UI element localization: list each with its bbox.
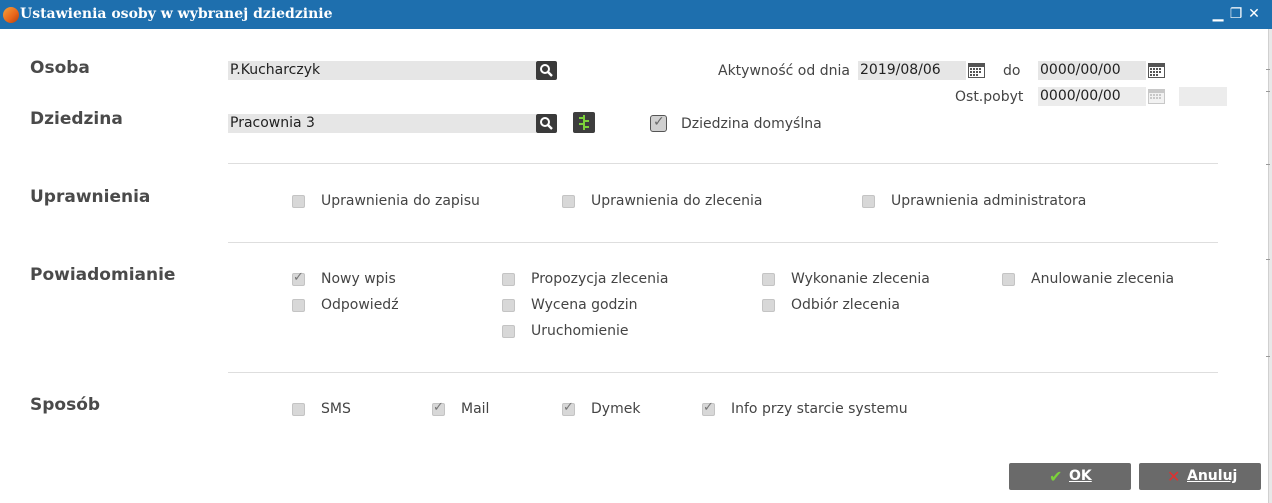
perm-admin-checkbox[interactable]: ✓ [862, 195, 875, 208]
method-mail-checkbox[interactable]: ✓ [432, 400, 445, 416]
checkmark-icon: ✓ [563, 400, 574, 415]
ok-button[interactable]: ✔ OK [1009, 463, 1131, 490]
perm-write-checkbox[interactable]: ✓ [292, 195, 305, 208]
minimize-icon[interactable]: ▁ [1210, 5, 1226, 23]
frame-tick [1266, 91, 1270, 92]
method-startup-label: Info przy starcie systemu [731, 401, 908, 417]
default-domain-checkbox[interactable]: ✓ [650, 114, 667, 132]
magnifier-icon [540, 117, 553, 130]
title-bar: Ustawienia osoby w wybranej dziedzinie ▁… [0, 0, 1272, 29]
app-logo-icon [3, 7, 19, 23]
window-frame-edge [1268, 29, 1272, 503]
method-sms-checkbox[interactable]: ✓ [292, 403, 305, 416]
person-label: Osoba [30, 58, 90, 78]
notif-proposal-checkbox[interactable]: ✓ [502, 273, 515, 286]
notif-cancel-label: Anulowanie zlecenia [1031, 271, 1175, 287]
person-field[interactable]: P.Kucharczyk [228, 61, 536, 80]
activity-from-field[interactable]: 2019/08/06 [858, 61, 966, 80]
notif-new-entry-label: Nowy wpis [321, 271, 396, 287]
method-label: Sposób [30, 395, 101, 415]
checkmark-icon: ✓ [293, 270, 304, 285]
separator [228, 163, 1218, 164]
notif-cancel-checkbox[interactable]: ✓ [1002, 273, 1015, 286]
method-bubble-label: Dymek [591, 401, 641, 417]
last-stay-extra-field [1179, 87, 1227, 106]
separator [228, 242, 1218, 243]
activity-from-label: Aktywność od dnia [718, 63, 850, 79]
notif-receipt-checkbox[interactable]: ✓ [762, 299, 775, 312]
frame-tick [1266, 69, 1270, 70]
perm-admin-label: Uprawnienia administratora [891, 193, 1087, 209]
notif-reply-label: Odpowiedź [321, 297, 399, 313]
x-icon: ✕ [1167, 467, 1181, 486]
notif-receipt-label: Odbiór zlecenia [791, 297, 900, 313]
frame-tick [1266, 259, 1270, 260]
person-search-button[interactable] [536, 61, 557, 80]
method-startup-checkbox[interactable]: ✓ [702, 400, 715, 416]
domain-label: Dziedzina [30, 109, 123, 129]
separator [228, 372, 1218, 373]
method-mail-label: Mail [461, 401, 490, 417]
permissions-label: Uprawnienia [30, 187, 151, 207]
notif-launch-checkbox[interactable]: ✓ [502, 325, 515, 338]
perm-order-label: Uprawnienia do zlecenia [591, 193, 763, 209]
close-icon[interactable]: ✕ [1246, 5, 1262, 23]
notif-launch-label: Uruchomienie [531, 323, 629, 339]
last-stay-field: 0000/00/00 [1038, 87, 1146, 106]
notif-new-entry-checkbox[interactable]: ✓ [292, 270, 305, 286]
ok-button-label: OK [1069, 468, 1092, 484]
activity-to-label: do [1003, 63, 1021, 79]
last-stay-label: Ost.pobyt [955, 89, 1024, 105]
checkmark-icon: ✔ [1049, 467, 1063, 486]
checkmark-icon: ✓ [703, 400, 714, 415]
domain-search-button[interactable] [536, 114, 557, 133]
checkmark-icon: ✓ [653, 114, 665, 130]
notif-done-label: Wykonanie zlecenia [791, 271, 930, 287]
method-bubble-checkbox[interactable]: ✓ [562, 400, 575, 416]
calendar-icon[interactable] [1147, 62, 1166, 79]
calendar-disabled-icon [1148, 89, 1165, 104]
magnifier-icon [540, 64, 553, 77]
notif-reply-checkbox[interactable]: ✓ [292, 299, 305, 312]
notif-estimate-label: Wycena godzin [531, 297, 638, 313]
perm-write-label: Uprawnienia do zapisu [321, 193, 480, 209]
calendar-icon[interactable] [967, 62, 986, 79]
notif-proposal-label: Propozycja zlecenia [531, 271, 669, 287]
domain-field[interactable]: Pracownia 3 [228, 114, 536, 133]
cancel-button[interactable]: ✕ Anuluj [1139, 463, 1261, 490]
notif-done-checkbox[interactable]: ✓ [762, 273, 775, 286]
restore-icon[interactable]: ❐ [1228, 5, 1244, 23]
tree-icon [579, 115, 589, 130]
method-sms-label: SMS [321, 401, 351, 417]
frame-tick [1266, 164, 1270, 165]
notif-estimate-checkbox[interactable]: ✓ [502, 299, 515, 312]
perm-order-checkbox[interactable]: ✓ [562, 195, 575, 208]
frame-tick [1266, 356, 1270, 357]
default-domain-label: Dziedzina domyślna [681, 116, 822, 132]
cancel-button-label: Anuluj [1187, 468, 1238, 484]
checkmark-icon: ✓ [433, 400, 444, 415]
window-title: Ustawienia osoby w wybranej dziedzinie [20, 6, 333, 22]
notifications-label: Powiadomianie [30, 265, 176, 285]
domain-tree-button[interactable] [573, 112, 595, 133]
activity-to-field[interactable]: 0000/00/00 [1038, 61, 1146, 80]
